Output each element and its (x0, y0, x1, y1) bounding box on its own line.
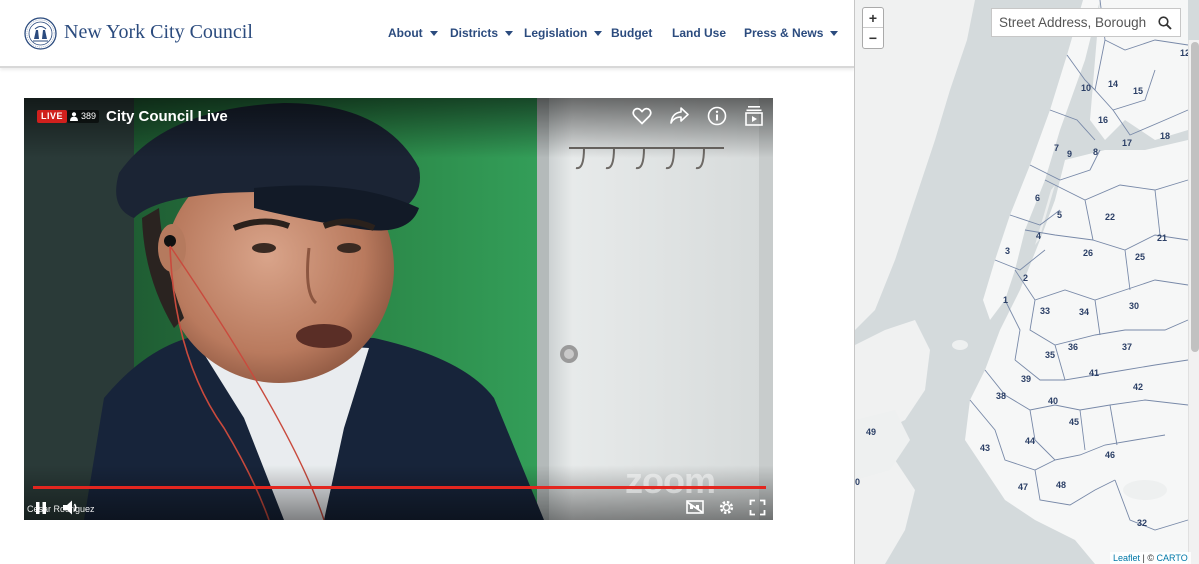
top-overlay (24, 98, 773, 158)
district-label[interactable]: 42 (1133, 382, 1143, 392)
main-content: New York City Council About Districts Le… (0, 0, 854, 564)
district-label[interactable]: 43 (980, 443, 990, 453)
attribution-separator: | © (1140, 553, 1157, 563)
share-icon[interactable] (670, 107, 689, 124)
district-label[interactable]: 44 (1025, 436, 1035, 446)
caret-down-icon (429, 31, 438, 36)
district-label[interactable]: 32 (1137, 518, 1147, 528)
nav-item-legislation[interactable]: Legislation (524, 26, 603, 40)
caret-down-icon (594, 31, 603, 36)
nav-label: Districts (450, 26, 499, 40)
district-label[interactable]: 9 (1067, 149, 1072, 159)
district-label[interactable]: 36 (1068, 342, 1078, 352)
district-label[interactable]: 2 (1023, 273, 1028, 283)
district-map[interactable]: 1 2 10 14 15 16 18 17 7 9 8 6 5 22 4 21 3… (854, 0, 1199, 564)
scrollbar-thumb[interactable] (1191, 42, 1199, 352)
search-icon[interactable] (1158, 16, 1172, 30)
district-label[interactable]: 26 (1083, 248, 1093, 258)
main-nav: About Districts Legislation Budget Land … (0, 26, 854, 42)
nav-label: Budget (611, 26, 653, 40)
fullscreen-icon[interactable] (749, 499, 766, 516)
district-label[interactable]: 10 (1081, 83, 1091, 93)
nav-item-press-news[interactable]: Press & News (744, 26, 839, 40)
pause-icon[interactable] (34, 500, 48, 516)
zoom-out-button[interactable]: − (863, 28, 883, 48)
nav-label: About (388, 26, 423, 40)
district-label[interactable]: 25 (1135, 252, 1145, 262)
zoom-watermark: zoom (625, 460, 716, 501)
address-search-input[interactable] (992, 9, 1152, 36)
leaflet-link[interactable]: Leaflet (1113, 553, 1140, 563)
nav-item-districts[interactable]: Districts (450, 26, 514, 40)
progress-fill (33, 486, 766, 489)
site-header: New York City Council About Districts Le… (0, 0, 854, 68)
district-label[interactable]: 14 (1108, 79, 1118, 89)
nav-label: Legislation (524, 26, 588, 40)
video-frame (24, 98, 773, 520)
district-label[interactable]: 46 (1105, 450, 1115, 460)
nav-item-about[interactable]: About (388, 26, 438, 40)
district-label[interactable]: 35 (1045, 350, 1055, 360)
district-label[interactable]: 4 (1036, 231, 1041, 241)
district-label[interactable]: 34 (1079, 307, 1089, 317)
info-icon[interactable] (707, 106, 727, 126)
district-label[interactable]: 7 (1054, 143, 1059, 153)
zoom-in-button[interactable]: + (863, 8, 883, 28)
district-label[interactable]: 37 (1122, 342, 1132, 352)
map-attribution: Leaflet | © CARTO (1110, 552, 1191, 564)
district-label[interactable]: 15 (1133, 86, 1143, 96)
district-label[interactable]: 38 (996, 391, 1006, 401)
playlist-icon[interactable] (745, 105, 763, 126)
nav-item-land-use[interactable]: Land Use (672, 26, 726, 40)
district-label[interactable]: 48 (1056, 480, 1066, 490)
scrollbar[interactable] (1188, 40, 1199, 564)
district-label[interactable]: 21 (1157, 233, 1167, 243)
district-label[interactable]: 1 (1003, 295, 1008, 305)
live-badge: LIVE (37, 110, 68, 123)
nav-label: Land Use (672, 26, 727, 40)
heart-icon[interactable] (632, 107, 652, 125)
stream-title: City Council Live (106, 108, 228, 125)
map-zoom-control: + − (862, 7, 884, 49)
settings-icon[interactable] (718, 499, 735, 516)
district-label[interactable]: 41 (1089, 368, 1099, 378)
district-label[interactable]: 3 (1005, 246, 1010, 256)
district-label[interactable]: 8 (1093, 147, 1098, 157)
caret-down-icon (505, 31, 514, 36)
person-icon (70, 112, 78, 121)
viewer-count-value: 389 (81, 111, 97, 121)
nav-label: Press & News (744, 26, 824, 40)
district-label[interactable]: 16 (1098, 115, 1108, 125)
district-label[interactable]: 39 (1021, 374, 1031, 384)
district-label[interactable]: 45 (1069, 417, 1079, 427)
district-label[interactable]: 5 (1057, 210, 1062, 220)
viewer-count: 389 (67, 110, 100, 123)
video-player[interactable]: LIVE 389 City Council Live zoom Cesar Ro… (24, 98, 773, 520)
district-label[interactable]: 17 (1122, 138, 1132, 148)
district-label[interactable]: 40 (1048, 396, 1058, 406)
district-label[interactable]: 49 (866, 427, 876, 437)
district-label[interactable]: 47 (1018, 482, 1028, 492)
nav-item-budget[interactable]: Budget (611, 26, 652, 40)
map-tiles: 1 2 10 14 15 16 18 17 7 9 8 6 5 22 4 21 3… (855, 0, 1199, 564)
carto-link[interactable]: CARTO (1157, 553, 1188, 563)
district-label[interactable]: 33 (1040, 306, 1050, 316)
district-label[interactable]: 50 (855, 477, 860, 487)
district-label[interactable]: 22 (1105, 212, 1115, 222)
volume-icon[interactable] (62, 499, 80, 516)
district-label[interactable]: 6 (1035, 193, 1040, 203)
address-search (991, 8, 1181, 37)
progress-bar[interactable] (33, 486, 766, 489)
caret-down-icon (830, 31, 839, 36)
district-label[interactable]: 18 (1160, 131, 1170, 141)
district-label[interactable]: 30 (1129, 301, 1139, 311)
closed-captions-icon[interactable] (686, 499, 704, 515)
